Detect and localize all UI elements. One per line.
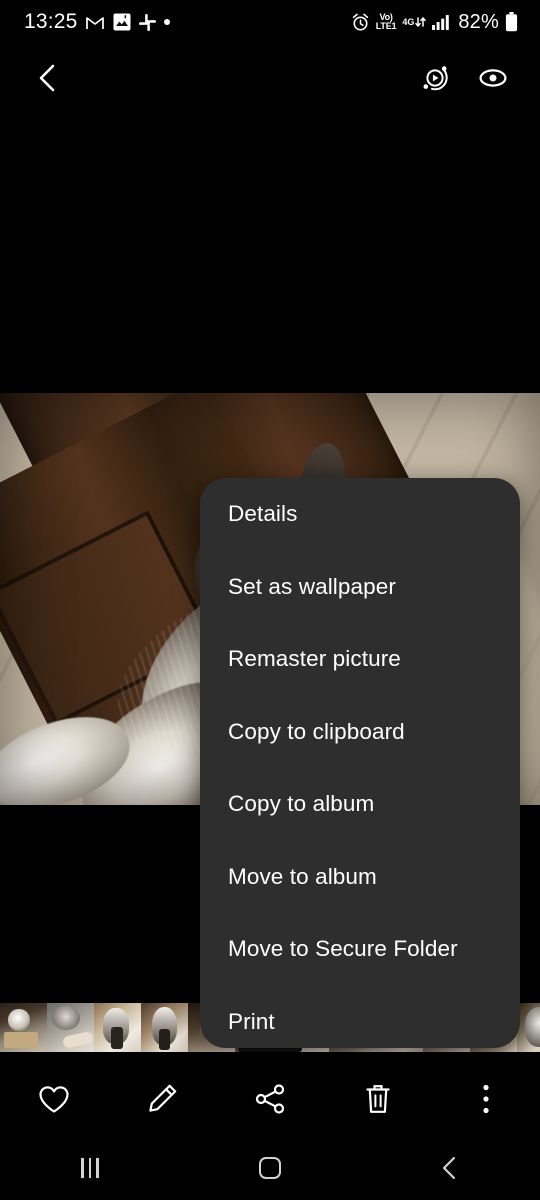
trash-icon [366, 1085, 390, 1113]
photo-options-menu[interactable]: Details Set as wallpaper Remaster pictur… [200, 478, 520, 1048]
status-bar: 13:25 Vo) LTE1 4G 82% [0, 0, 540, 44]
status-bar-clock: 13:25 [24, 10, 78, 33]
list-item[interactable] [47, 1003, 94, 1052]
app-bar-actions [412, 55, 540, 101]
home-button[interactable] [180, 1135, 360, 1200]
eye-icon [479, 69, 507, 87]
recents-button[interactable] [0, 1135, 180, 1200]
gmail-icon [85, 16, 104, 29]
notification-dot-icon [163, 19, 170, 25]
phone-screen: 13:25 Vo) LTE1 4G 82% Details Set as wal… [0, 0, 540, 1200]
recents-icon [81, 1157, 99, 1178]
motion-photo-button[interactable] [412, 55, 458, 101]
menu-item-move-to-secure-folder[interactable]: Move to Secure Folder [200, 913, 520, 986]
slack-icon [138, 13, 156, 31]
messenger-icon [113, 13, 131, 31]
data-transfer-arrows-icon [415, 17, 427, 27]
list-item[interactable] [94, 1003, 141, 1052]
view-mode-button[interactable] [470, 55, 516, 101]
more-vertical-icon [483, 1084, 489, 1114]
share-button[interactable] [239, 1068, 301, 1130]
photo-action-bar [0, 1063, 540, 1135]
menu-item-copy-to-clipboard[interactable]: Copy to clipboard [200, 696, 520, 769]
menu-item-remaster-picture[interactable]: Remaster picture [200, 623, 520, 696]
more-options-button[interactable] [455, 1068, 517, 1130]
home-icon [259, 1156, 281, 1179]
motion-photo-icon [423, 66, 448, 91]
menu-item-move-to-album[interactable]: Move to album [200, 841, 520, 914]
edit-button[interactable] [131, 1068, 193, 1130]
menu-item-set-as-wallpaper[interactable]: Set as wallpaper [200, 551, 520, 624]
favorite-button[interactable] [23, 1068, 85, 1130]
chevron-left-icon [39, 64, 55, 92]
pencil-icon [149, 1084, 177, 1112]
delete-button[interactable] [347, 1068, 409, 1130]
list-item[interactable] [517, 1003, 540, 1052]
system-back-button[interactable] [360, 1135, 540, 1200]
system-navigation-bar [0, 1135, 540, 1200]
list-item[interactable] [0, 1003, 47, 1052]
menu-item-print[interactable]: Print [200, 986, 520, 1049]
back-button[interactable] [26, 56, 70, 100]
alarm-icon [352, 13, 368, 30]
menu-item-copy-to-album[interactable]: Copy to album [200, 768, 520, 841]
list-item[interactable] [141, 1003, 188, 1052]
status-bar-left: 13:25 [0, 10, 170, 34]
menu-item-details[interactable]: Details [200, 478, 520, 551]
status-bar-right: Vo) LTE1 4G 82% [351, 11, 540, 34]
battery-percent-label: 82% [458, 10, 499, 33]
back-chevron-icon [442, 1156, 456, 1179]
viewer-app-bar [0, 44, 540, 112]
volte-indicator: Vo) LTE1 [375, 12, 397, 31]
signal-bars-icon [432, 15, 450, 30]
share-icon [255, 1084, 285, 1114]
network-type-indicator: 4G [402, 14, 427, 30]
heart-icon [39, 1086, 69, 1113]
battery-icon [505, 12, 518, 32]
